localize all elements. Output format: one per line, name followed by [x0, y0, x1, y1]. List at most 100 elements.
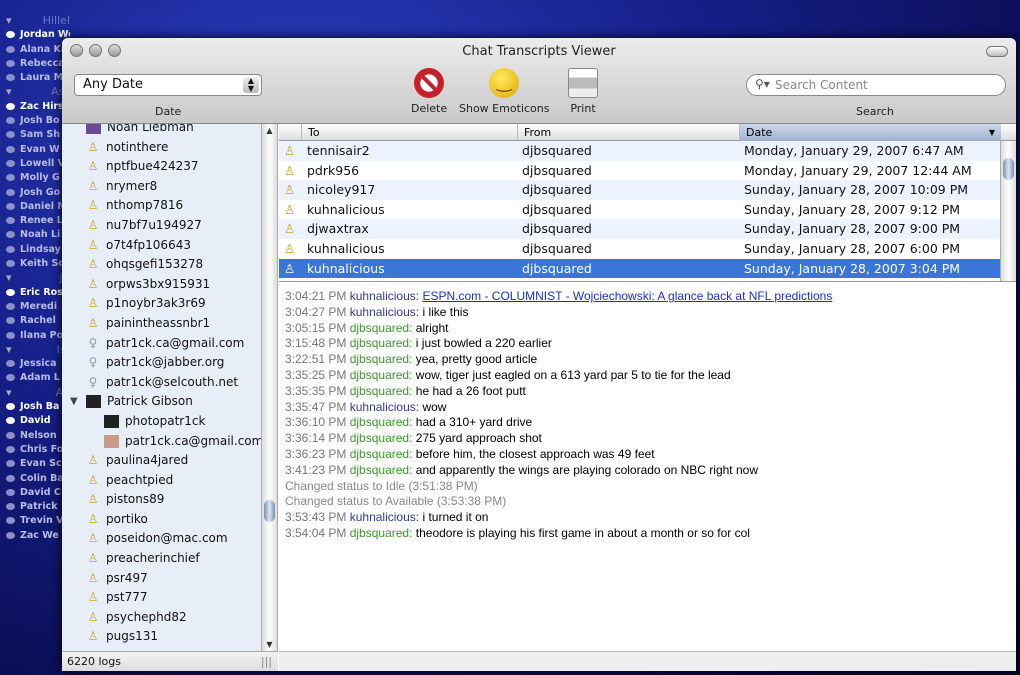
disclosure-triangle-icon[interactable]: ▼ [70, 392, 78, 412]
contact-item[interactable]: ♙ psr497 [62, 569, 262, 589]
buddy-item[interactable]: Keith Sc [0, 257, 70, 271]
table-row[interactable]: ♙ tennisair2 djbsquared Monday, January 29,… [279, 141, 1000, 161]
buddy-item[interactable]: Colin Ba [0, 472, 70, 486]
message-line: 3:36:23 PM djbsquared: before him, the c… [285, 447, 1010, 463]
column-header-from[interactable]: From [517, 124, 739, 141]
contact-item[interactable]: Noah Liebman [62, 124, 262, 138]
buddy-item[interactable]: Molly G [0, 171, 70, 185]
buddy-item[interactable]: Lowell V [0, 157, 70, 171]
contact-item[interactable]: ♙ paulina4jared [62, 451, 262, 471]
buddy-item[interactable]: Lindsay [0, 243, 70, 257]
transcript-view[interactable]: 3:04:21 PM kuhnalicious: ESPN.com - COLU… [279, 288, 1016, 651]
contact-item[interactable]: ♙ pst777 [62, 588, 262, 608]
buddy-item[interactable]: Laura M [0, 71, 70, 85]
buddy-item[interactable]: Chris Fo [0, 443, 70, 457]
contact-item[interactable]: ♙ portiko [62, 510, 262, 530]
buddy-item[interactable]: Jessica [0, 357, 70, 371]
contact-item[interactable]: ♙ o7t4fp106643 [62, 236, 262, 256]
group-header[interactable]: Hillel [0, 14, 70, 28]
chat-bubble-icon [6, 403, 15, 411]
contact-item[interactable]: ♙ nrymer8 [62, 177, 262, 197]
contact-item[interactable]: ▼ Patrick Gibson [62, 392, 262, 412]
message-link[interactable]: ESPN.com - COLUMNIST - Wojciechowski: A … [422, 289, 832, 303]
buddy-item[interactable]: Zac We [0, 529, 70, 543]
contact-item[interactable]: ♀ patr1ck@selcouth.net [62, 373, 262, 393]
show-emoticons-button[interactable]: ‿ Show Emoticons [459, 68, 549, 115]
table-row[interactable]: ♙ kuhnalicious djbsquared Sunday, January 2… [279, 258, 1000, 279]
contact-item[interactable]: ♙ pistons89 [62, 490, 262, 510]
contacts-scrollbar[interactable]: ▲ ▼ [261, 124, 277, 651]
table-row[interactable]: ♙ djwaxtrax djbsquared Sunday, January 28, … [279, 219, 1000, 239]
column-header-to[interactable]: To [301, 124, 517, 141]
buddy-item[interactable]: Evan W [0, 143, 70, 157]
buddy-name: Josh Bo [20, 115, 60, 127]
contact-name: o7t4fp106643 [106, 237, 191, 252]
contact-item[interactable]: patr1ck.ca@gmail.com [62, 432, 263, 452]
scroll-thumb[interactable] [264, 500, 275, 522]
table-scroll-thumb[interactable] [1003, 158, 1014, 180]
table-row[interactable]: ♙ kuhnalicious djbsquared Sunday, January 2… [279, 200, 1000, 220]
buddy-item[interactable]: Patrick [0, 500, 70, 514]
contact-item[interactable]: ♙ nthomp7816 [62, 196, 262, 216]
buddy-item[interactable]: Josh Ba [0, 400, 70, 414]
table-row[interactable]: ♙ kuhnalicious djbsquared Sunday, January 2… [279, 239, 1000, 259]
group-header[interactable]: Ad [0, 386, 70, 400]
buddy-item[interactable]: Noah Li [0, 228, 70, 242]
contact-item[interactable]: ♙ preacherinchief [62, 549, 262, 569]
buddy-item[interactable]: David [0, 414, 70, 428]
resize-handle[interactable]: ||| [261, 655, 272, 668]
scroll-up-arrow[interactable]: ▲ [262, 126, 277, 135]
buddy-item[interactable]: Daniel N [0, 200, 70, 214]
buddy-item[interactable]: Sam Sh [0, 128, 70, 142]
buddy-item[interactable]: Nelson [0, 429, 70, 443]
contact-item[interactable]: ♙ p1noybr3ak3r69 [62, 294, 262, 314]
message-line: 3:41:23 PM djbsquared: and apparently th… [285, 463, 1010, 479]
group-header[interactable]: JA [0, 271, 70, 285]
buddy-item[interactable]: David C [0, 486, 70, 500]
delete-button[interactable]: Delete [411, 68, 447, 115]
contact-name: poseidon@mac.com [106, 531, 228, 546]
toolbar-toggle-button[interactable] [986, 46, 1008, 57]
buddy-item[interactable]: Trevin V [0, 514, 70, 528]
print-button[interactable]: Print [568, 68, 598, 115]
scroll-down-arrow[interactable]: ▼ [262, 640, 277, 649]
contact-item[interactable]: photopatr1ck [62, 412, 262, 432]
date-filter-select[interactable]: Any Date ▲ ▼ [74, 74, 262, 96]
group-header[interactable]: Isr [0, 343, 70, 357]
contact-item[interactable]: ♀ patr1ck@jabber.org [62, 353, 262, 373]
contact-item[interactable]: ♙ peachtpied [62, 471, 262, 491]
contact-item[interactable]: ♙ painintheassnbr1 [62, 314, 262, 334]
buddy-item[interactable]: Ilana Po [0, 329, 70, 343]
buddy-item[interactable]: Rebecca [0, 57, 70, 71]
contact-item[interactable]: ♙ poseidon@mac.com [62, 529, 262, 549]
buddy-item[interactable]: Alana Kahn [0, 43, 70, 57]
contact-item[interactable]: ♙ nu7bf7u194927 [62, 216, 262, 236]
cell-to: nicoley917 [307, 182, 376, 198]
buddy-item[interactable]: Zac Hirsc [0, 100, 70, 114]
buddy-item[interactable]: Renee L [0, 214, 70, 228]
contact-item[interactable]: ♙ ohqsgefi153278 [62, 255, 262, 275]
contact-item[interactable]: ♙ pugs131 [62, 627, 262, 647]
buddy-item[interactable]: Josh Bo [0, 114, 70, 128]
buddy-item[interactable]: Rachel [0, 314, 70, 328]
table-scrollbar[interactable] [1000, 141, 1016, 281]
message-time: 3:36:10 PM [285, 415, 347, 430]
contact-item[interactable]: ♙ nptfbue424237 [62, 157, 262, 177]
search-input[interactable]: ⚲▾ Search Content [746, 74, 1006, 96]
cell-from: djbsquared [522, 240, 592, 256]
contact-item[interactable]: ♀ patr1ck.ca@gmail.com [62, 334, 262, 354]
buddy-item[interactable]: Jordan Weiss [0, 28, 70, 42]
buddy-item[interactable]: Josh Go [0, 186, 70, 200]
column-header-date[interactable]: Date ▼ [739, 124, 1001, 141]
contact-item[interactable]: ♙ psychephd82 [62, 608, 262, 628]
group-header[interactable]: Ass [0, 85, 70, 99]
table-row[interactable]: ♙ nicoley917 djbsquared Sunday, January 28,… [279, 180, 1000, 200]
buddy-item[interactable]: Evan Sc [0, 457, 70, 471]
buddy-item[interactable]: Meredi [0, 300, 70, 314]
chat-bubble-icon [6, 302, 15, 310]
buddy-item[interactable]: Eric Ros [0, 286, 70, 300]
contact-item[interactable]: ♙ notinthere [62, 138, 262, 158]
contact-item[interactable]: ♙ orpws3bx915931 [62, 275, 262, 295]
buddy-item[interactable]: Adam L [0, 371, 70, 385]
table-row[interactable]: ♙ pdrk956 djbsquared Monday, January 29, 20… [279, 161, 1000, 181]
